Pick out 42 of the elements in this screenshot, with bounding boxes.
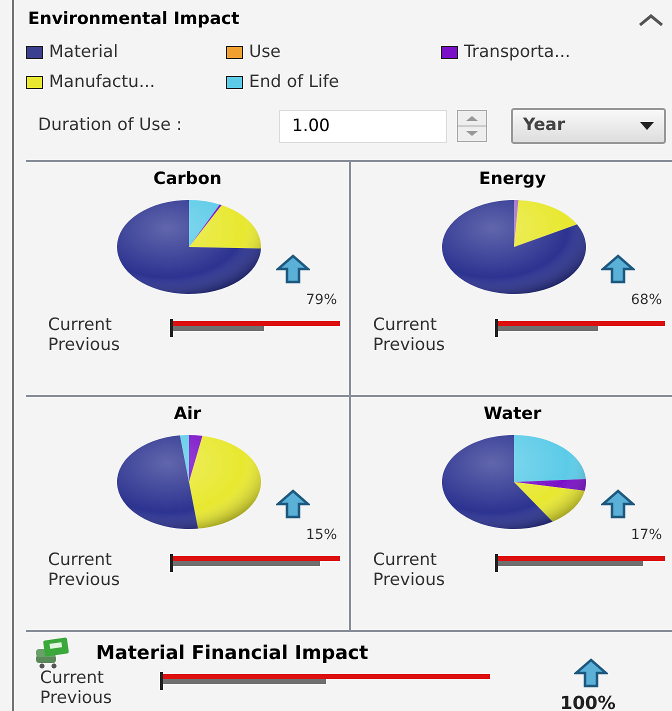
- axis-tick: [160, 672, 163, 690]
- percent-change: 15%: [306, 526, 337, 545]
- axis-tick: [495, 554, 498, 572]
- caret-icon: [640, 122, 654, 130]
- series-label: Current: [40, 668, 105, 688]
- percent-change: 79%: [306, 291, 337, 310]
- money-icon: [34, 637, 70, 669]
- series-label: Previous: [373, 335, 446, 355]
- up-arrow-icon: [276, 489, 310, 519]
- axis-tick: [170, 554, 173, 572]
- section-title: Environmental Impact: [27, 8, 240, 32]
- panel-title: Carbon: [153, 169, 222, 189]
- series-label: Previous: [48, 335, 121, 355]
- up-arrow-icon: [601, 254, 635, 284]
- legend-label: Use: [249, 41, 281, 64]
- panel-title: Air: [174, 404, 202, 424]
- series-label: Previous: [40, 688, 113, 708]
- legend-label: End of Life: [249, 70, 340, 94]
- legend-label: Manufactu...: [49, 70, 156, 94]
- axis-tick: [495, 319, 498, 337]
- panel-title: Water: [484, 404, 542, 424]
- section-title: Material Financial Impact: [96, 640, 368, 666]
- series-label: Previous: [373, 570, 446, 590]
- panel-title: Energy: [479, 169, 546, 189]
- series-label: Current: [48, 550, 113, 570]
- up-arrow-icon: [601, 489, 635, 519]
- axis-tick: [170, 319, 173, 337]
- series-label: Current: [373, 550, 438, 570]
- series-label: Current: [48, 315, 113, 335]
- duration-field[interactable]: 1.00: [279, 110, 447, 142]
- field-label: Duration of Use :: [37, 114, 183, 138]
- series-label: Current: [373, 315, 438, 335]
- legend-label: Material: [49, 41, 118, 64]
- percent-change: 17%: [630, 526, 662, 545]
- series-label: Previous: [48, 570, 121, 590]
- up-arrow-icon: [276, 254, 310, 284]
- chevron-icon[interactable]: [638, 13, 664, 27]
- percent-change: 68%: [630, 291, 662, 310]
- unit-dropdown[interactable]: Year: [511, 108, 666, 144]
- percent-change: 100%: [560, 692, 616, 711]
- legend-label: Transporta...: [464, 41, 570, 64]
- up-arrow-icon: [574, 658, 608, 688]
